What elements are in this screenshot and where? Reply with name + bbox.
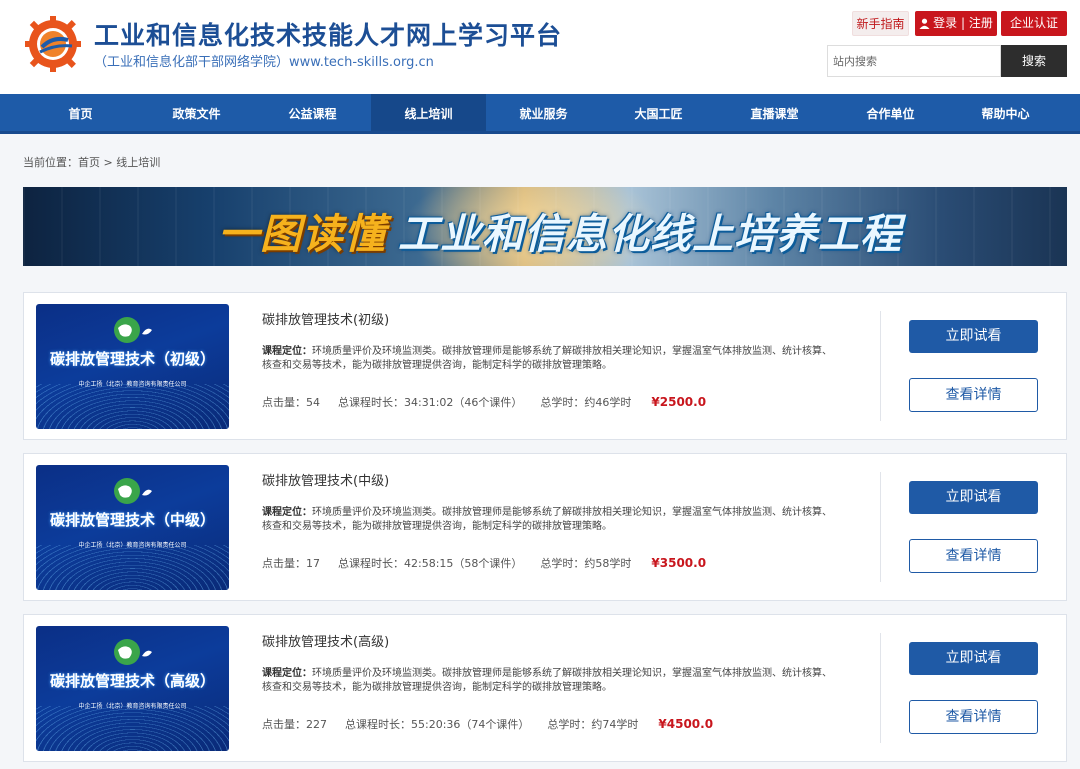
breadcrumb-separator: > — [100, 156, 117, 169]
site-title: 工业和信息化技术技能人才网上学习平台 — [94, 21, 563, 50]
site-logo-icon[interactable] — [22, 14, 84, 74]
description-text: 环境质量评价及环境监测类。碳排放管理师是能够系统了解碳排放相关理论知识，掌握温室… — [262, 507, 832, 532]
thumbnail-title: 碳排放管理技术（高级） — [49, 672, 215, 690]
thumbnail-waves — [36, 384, 229, 429]
card-divider — [880, 311, 881, 421]
description-text: 环境质量评价及环境监测类。碳排放管理师是能够系统了解碳排放相关理论知识，掌握温室… — [262, 346, 832, 371]
description-label: 课程定位： — [262, 507, 312, 518]
banner-text-blue: 工业和信息化线上培养工程 — [398, 210, 902, 258]
try-now-button[interactable]: 立即试看 — [909, 481, 1038, 514]
enterprise-auth-button[interactable]: 企业认证 — [1001, 11, 1067, 36]
course-clicks: 点击量：54 — [262, 396, 320, 409]
login-register-button[interactable]: 登录 | 注册 — [915, 11, 997, 36]
course-title[interactable]: 碳排放管理技术(初级) — [262, 309, 389, 328]
course-duration: 总课程时长：42:58:15（58个课件） — [338, 557, 523, 570]
earth-leaf-icon — [114, 317, 152, 343]
course-price: ¥2500.0 — [651, 395, 707, 409]
course-hours: 总学时：约58学时 — [540, 557, 632, 570]
guide-button[interactable]: 新手指南 — [852, 11, 909, 36]
course-meta: 点击量：227 总课程时长：55:20:36（74个课件） 总学时：约74学时 ¥45… — [262, 716, 731, 732]
card-divider — [880, 472, 881, 582]
thumbnail-waves — [36, 706, 229, 751]
course-price: ¥3500.0 — [651, 556, 707, 570]
course-description: 课程定位：环境质量评价及环境监测类。碳排放管理师是能够系统了解碳排放相关理论知识… — [262, 667, 832, 695]
breadcrumb-prefix: 当前位置： — [23, 156, 78, 169]
course-card: 碳排放管理技术（高级） 中企工扬（北京）教育咨询有限责任公司 碳排放管理技术(高… — [23, 614, 1067, 762]
course-meta: 点击量：54 总课程时长：34:31:02（46个课件） 总学时：约46学时 ¥250… — [262, 394, 724, 410]
card-divider — [880, 633, 881, 743]
view-details-button[interactable]: 查看详情 — [909, 378, 1038, 412]
user-icon — [919, 18, 930, 29]
thumbnail-title: 碳排放管理技术（初级） — [49, 350, 215, 368]
try-now-button[interactable]: 立即试看 — [909, 642, 1038, 675]
breadcrumb: 当前位置：首页 > 线上培训 — [23, 154, 160, 170]
course-description: 课程定位：环境质量评价及环境监测类。碳排放管理师是能够系统了解碳排放相关理论知识… — [262, 345, 832, 373]
course-hours: 总学时：约74学时 — [547, 718, 639, 731]
nav-item-live[interactable]: 直播课堂 — [717, 94, 832, 131]
view-details-button[interactable]: 查看详情 — [909, 539, 1038, 573]
course-meta: 点击量：17 总课程时长：42:58:15（58个课件） 总学时：约58学时 ¥350… — [262, 555, 724, 571]
course-price: ¥4500.0 — [658, 717, 714, 731]
nav-item-home[interactable]: 首页 — [23, 94, 138, 131]
course-thumbnail[interactable]: 碳排放管理技术（初级） 中企工扬（北京）教育咨询有限责任公司 — [36, 304, 229, 429]
course-thumbnail[interactable]: 碳排放管理技术（中级） 中企工扬（北京）教育咨询有限责任公司 — [36, 465, 229, 590]
try-now-button[interactable]: 立即试看 — [909, 320, 1038, 353]
course-duration: 总课程时长：55:20:36（74个课件） — [345, 718, 530, 731]
promo-banner[interactable]: 一图读懂 工业和信息化线上培养工程 — [23, 187, 1067, 266]
course-clicks: 点击量：227 — [262, 718, 327, 731]
view-details-button[interactable]: 查看详情 — [909, 700, 1038, 734]
course-hours: 总学时：约46学时 — [540, 396, 632, 409]
description-label: 课程定位： — [262, 346, 312, 357]
nav-item-public-courses[interactable]: 公益课程 — [255, 94, 370, 131]
login-register-label: 登录 | 注册 — [933, 16, 993, 30]
nav-item-help[interactable]: 帮助中心 — [948, 94, 1063, 131]
nav-item-partners[interactable]: 合作单位 — [833, 94, 948, 131]
nav-item-online-training[interactable]: 线上培训 — [371, 94, 486, 131]
course-description: 课程定位：环境质量评价及环境监测类。碳排放管理师是能够系统了解碳排放相关理论知识… — [262, 506, 832, 534]
banner-headline: 一图读懂 工业和信息化线上培养工程 — [218, 200, 902, 260]
course-card: 碳排放管理技术（初级） 中企工扬（北京）教育咨询有限责任公司 碳排放管理技术(初… — [23, 292, 1067, 440]
nav-item-employment[interactable]: 就业服务 — [486, 94, 601, 131]
search-button[interactable]: 搜索 — [1001, 45, 1067, 77]
thumbnail-waves — [36, 545, 229, 590]
main-nav: 首页 政策文件 公益课程 线上培训 就业服务 大国工匠 直播课堂 合作单位 帮助… — [0, 94, 1080, 134]
breadcrumb-home-link[interactable]: 首页 — [78, 156, 100, 169]
site-header: 工业和信息化技术技能人才网上学习平台 （工业和信息化部干部网络学院）www.te… — [0, 0, 1080, 94]
site-search-input[interactable] — [827, 45, 1001, 77]
earth-leaf-icon — [114, 478, 152, 504]
description-text: 环境质量评价及环境监测类。碳排放管理师是能够系统了解碳排放相关理论知识，掌握温室… — [262, 668, 832, 693]
earth-leaf-icon — [114, 639, 152, 665]
nav-item-policy[interactable]: 政策文件 — [139, 94, 254, 131]
course-title[interactable]: 碳排放管理技术(高级) — [262, 631, 389, 650]
site-subtitle: （工业和信息化部干部网络学院）www.tech-skills.org.cn — [94, 55, 434, 70]
course-thumbnail[interactable]: 碳排放管理技术（高级） 中企工扬（北京）教育咨询有限责任公司 — [36, 626, 229, 751]
banner-text-gold: 一图读懂 — [218, 210, 386, 258]
course-clicks: 点击量：17 — [262, 557, 320, 570]
course-card: 碳排放管理技术（中级） 中企工扬（北京）教育咨询有限责任公司 碳排放管理技术(中… — [23, 453, 1067, 601]
course-title[interactable]: 碳排放管理技术(中级) — [262, 470, 389, 489]
thumbnail-title: 碳排放管理技术（中级） — [49, 511, 215, 529]
course-duration: 总课程时长：34:31:02（46个课件） — [338, 396, 523, 409]
nav-item-craftsmen[interactable]: 大国工匠 — [601, 94, 716, 131]
breadcrumb-current: 线上培训 — [116, 156, 161, 169]
description-label: 课程定位： — [262, 668, 312, 679]
